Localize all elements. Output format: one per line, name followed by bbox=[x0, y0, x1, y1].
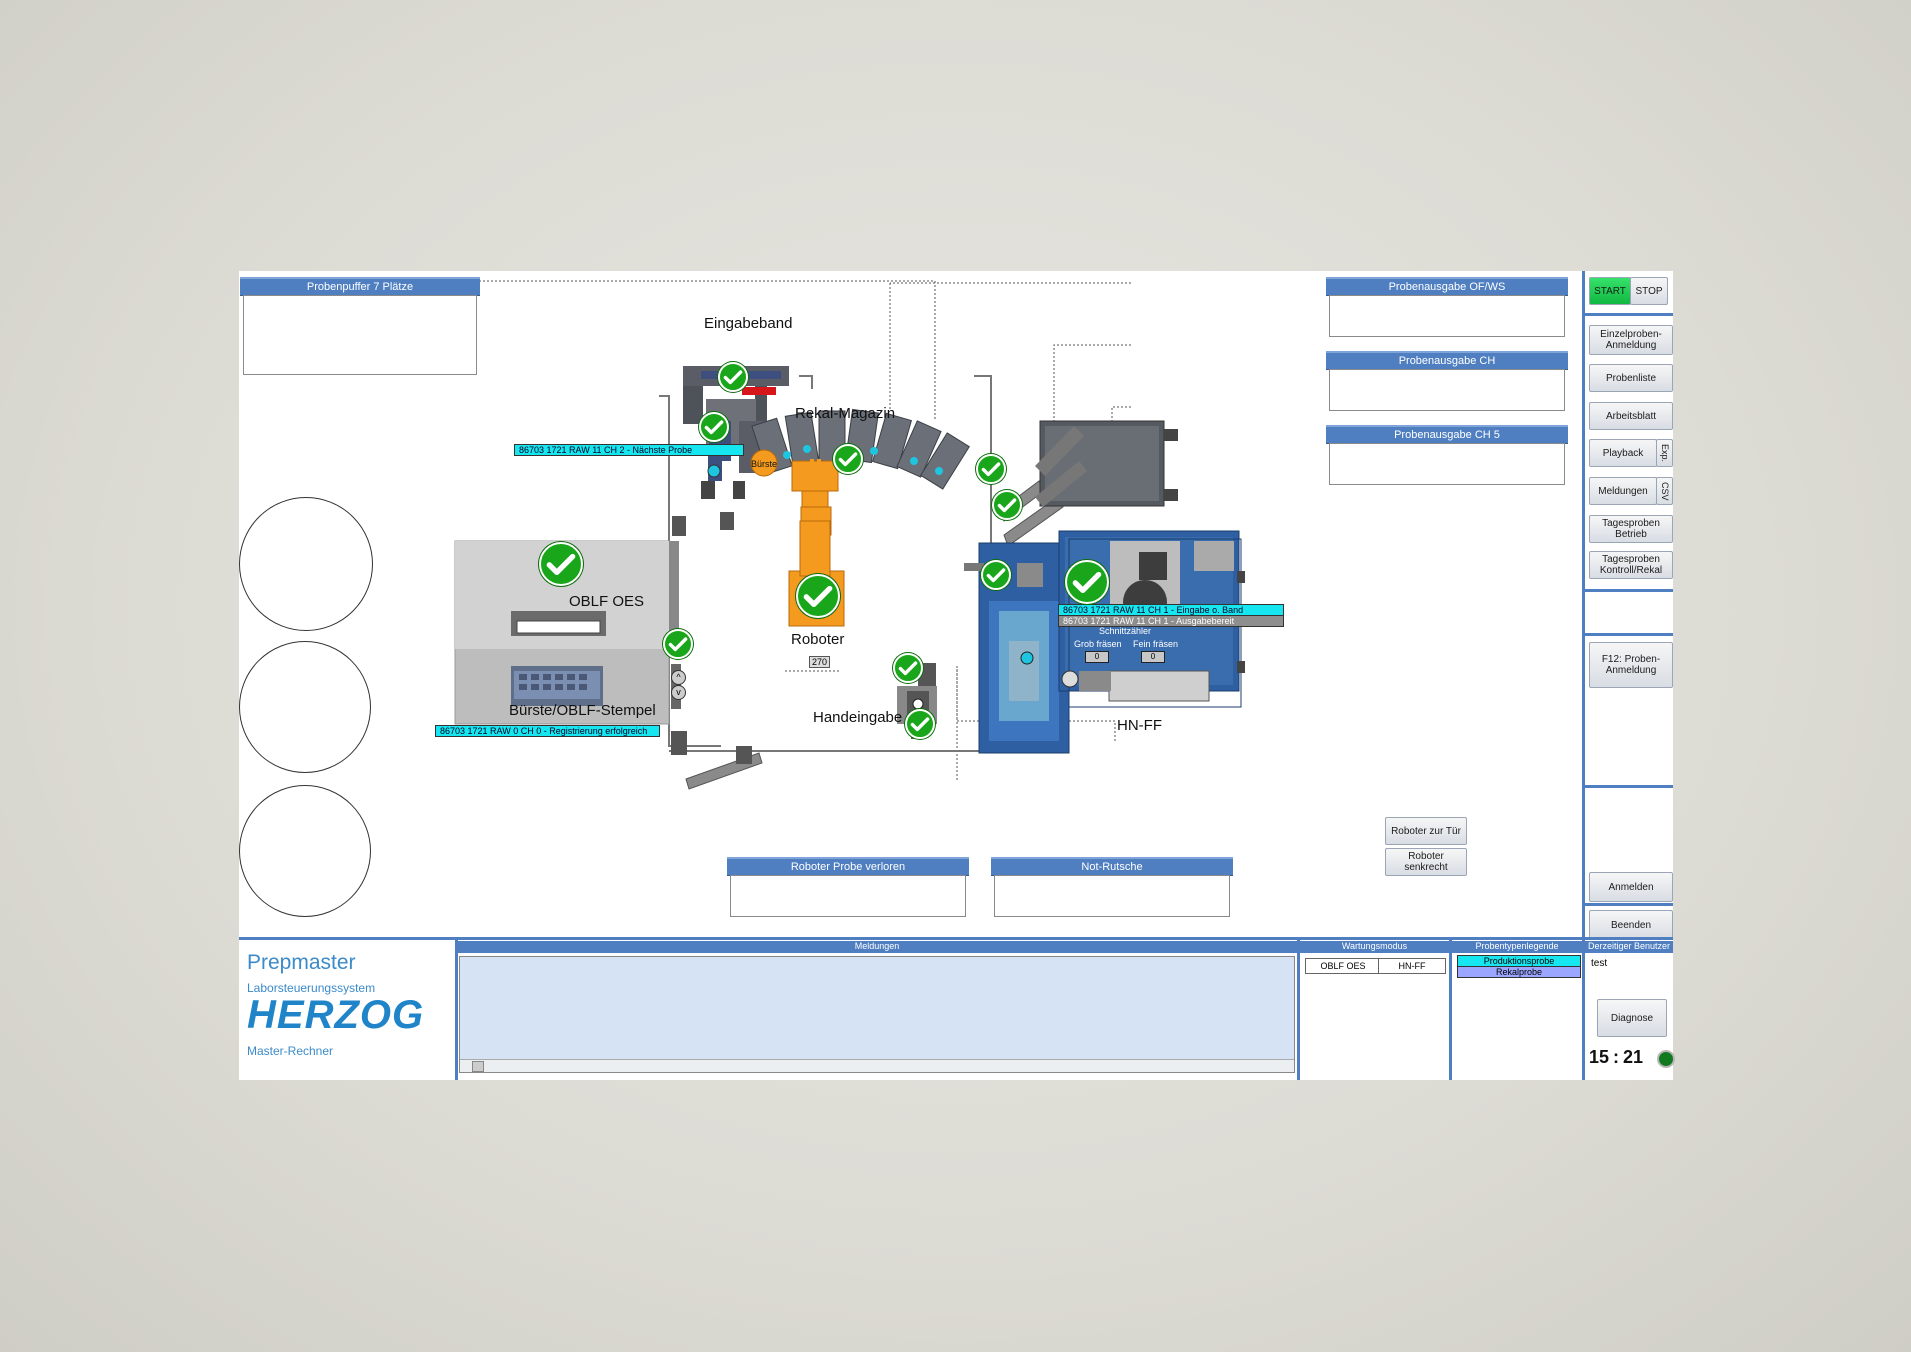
playback-export-button[interactable]: Exp. bbox=[1656, 439, 1673, 467]
roboter-probe-verloren-body bbox=[730, 875, 966, 917]
playback-button[interactable]: Playback bbox=[1589, 439, 1657, 467]
current-user: test bbox=[1591, 958, 1608, 969]
move-down-button[interactable]: v bbox=[671, 685, 686, 700]
roboter-zur-tuer-button[interactable]: Roboter zur Tür bbox=[1385, 817, 1467, 845]
rekal-magazin-label: Rekal-Magazin bbox=[795, 405, 896, 422]
footer-divider-2 bbox=[1297, 937, 1300, 1080]
probenausgabe-of-ws-title: Probenausgabe OF/WS bbox=[1326, 277, 1568, 296]
roboter-probe-verloren-title: Roboter Probe verloren bbox=[727, 857, 969, 876]
fein-fraesen-counter: 0 bbox=[1141, 651, 1165, 663]
herzog-logo: HERZOG bbox=[247, 993, 425, 1037]
sidebar-separator-1 bbox=[1585, 313, 1673, 316]
probenpuffer-body bbox=[243, 295, 477, 375]
sidebar-divider bbox=[1582, 271, 1585, 1080]
meldungen-list[interactable] bbox=[459, 956, 1295, 1073]
probenpuffer-panel: Probenpuffer 7 Plätze bbox=[240, 277, 480, 380]
tagesproben-betrieb-button[interactable]: Tagesproben Betrieb bbox=[1589, 515, 1673, 543]
legende-rekalprobe: Rekalprobe bbox=[1457, 966, 1581, 978]
grob-fraesen-counter: 0 bbox=[1085, 651, 1109, 663]
sidebar-separator-2 bbox=[1585, 589, 1673, 592]
probentypenlegende-title: Probentypenlegende bbox=[1452, 941, 1582, 953]
status-indicator-icon bbox=[1657, 1050, 1675, 1068]
handeingabe-label: Handeingabe bbox=[813, 709, 903, 726]
check-icon-bürste bbox=[663, 629, 693, 659]
meldungen-scrollbar[interactable] bbox=[460, 1059, 1294, 1072]
footer-divider-1 bbox=[455, 937, 458, 1080]
check-icon-eingabeband bbox=[718, 362, 748, 392]
probenpuffer-title: Probenpuffer 7 Plätze bbox=[240, 277, 480, 296]
arbeitsblatt-button[interactable]: Arbeitsblatt bbox=[1589, 402, 1673, 430]
meldungen-button[interactable]: Meldungen bbox=[1589, 477, 1657, 505]
clock-hours: 15 bbox=[1589, 1047, 1610, 1067]
clock-separator: : bbox=[1613, 1047, 1620, 1067]
not-rutsche-body bbox=[994, 875, 1230, 917]
buffer-position-2[interactable] bbox=[239, 641, 371, 773]
probenausgabe-ch-body bbox=[1329, 369, 1565, 411]
einzelproben-anmeldung-button[interactable]: Einzelproben-Anmeldung bbox=[1589, 325, 1673, 355]
clock-minutes: 21 bbox=[1623, 1047, 1644, 1067]
check-icon-rutsche-2 bbox=[992, 490, 1022, 520]
check-icon-hn-ff-eingang bbox=[981, 560, 1011, 590]
sidebar-separator-3 bbox=[1585, 633, 1673, 636]
check-icon-rutsche-1 bbox=[976, 454, 1006, 484]
hn-ff-label: HN-FF bbox=[1117, 717, 1162, 734]
computer-name: Master-Rechner bbox=[247, 1044, 334, 1058]
meldungen-title: Meldungen bbox=[457, 941, 1297, 953]
probenausgabe-ch-panel: Probenausgabe CH bbox=[1326, 351, 1568, 416]
schnittzaehler-label: Schnittzähler bbox=[1099, 626, 1152, 636]
clock: 15 : 21 bbox=[1589, 1047, 1643, 1068]
buerste-badge-text: Bürste bbox=[751, 459, 777, 469]
check-icon-hn-ff bbox=[1065, 560, 1109, 604]
stop-button[interactable]: STOP bbox=[1630, 277, 1668, 305]
app-window: Bürste Probenpuffer 7 Plätze Probenausga… bbox=[239, 271, 1675, 1080]
check-icon-handeingabe bbox=[893, 653, 923, 683]
buffer-position-3[interactable] bbox=[239, 785, 371, 917]
tagesproben-kontroll-button[interactable]: Tagesproben Kontroll/Rekal bbox=[1589, 551, 1673, 579]
wartung-hn-ff[interactable]: HN-FF bbox=[1378, 958, 1446, 974]
not-rutsche-panel: Not-Rutsche bbox=[991, 857, 1233, 922]
status-tag-naechste-probe: 86703 1721 RAW 11 CH 2 - Nächste Probe bbox=[514, 444, 744, 456]
probenausgabe-ch-title: Probenausgabe CH bbox=[1326, 351, 1568, 370]
eingabeband-label: Eingabeband bbox=[704, 315, 793, 332]
probenliste-button[interactable]: Probenliste bbox=[1589, 364, 1673, 392]
check-icon-oblf-oes bbox=[539, 542, 583, 586]
not-rutsche-title: Not-Rutsche bbox=[991, 857, 1233, 876]
beenden-button[interactable]: Beenden bbox=[1589, 910, 1673, 940]
check-icon-eingabe-lift bbox=[699, 412, 729, 442]
check-icon-handeingabe-2 bbox=[905, 709, 935, 739]
benutzer-title: Derzeitiger Benutzer bbox=[1585, 941, 1673, 953]
wartungsmodus-title: Wartungsmodus bbox=[1300, 941, 1449, 953]
oblf-oes-label: OBLF OES bbox=[569, 593, 645, 610]
roboter-senkrecht-button[interactable]: Roboter senkrecht bbox=[1385, 848, 1467, 876]
anmelden-button[interactable]: Anmelden bbox=[1589, 872, 1673, 902]
probenausgabe-ch5-title: Probenausgabe CH 5 bbox=[1326, 425, 1568, 444]
buffer-position-1[interactable] bbox=[239, 497, 373, 631]
f12-proben-anmeldung-button[interactable]: F12: Proben-Anmeldung bbox=[1589, 642, 1673, 688]
footer-divider-3 bbox=[1449, 937, 1452, 1080]
sidebar-separator-5 bbox=[1585, 903, 1673, 906]
move-up-button[interactable]: ^ bbox=[671, 670, 686, 685]
roboter-value: 270 bbox=[809, 656, 831, 668]
grob-fraesen-label: Grob fräsen bbox=[1074, 639, 1122, 649]
scroll-thumb[interactable] bbox=[472, 1061, 484, 1072]
roboter-probe-verloren-panel: Roboter Probe verloren bbox=[727, 857, 969, 922]
start-button[interactable]: START bbox=[1589, 277, 1631, 305]
wartung-oblf-oes[interactable]: OBLF OES bbox=[1305, 958, 1381, 974]
probenausgabe-ch5-body bbox=[1329, 443, 1565, 485]
buerste-stempel-label: Bürste/OBLF-Stempel bbox=[509, 702, 656, 719]
status-tag-registrierung: 86703 1721 RAW 0 CH 0 - Registrierung er… bbox=[435, 725, 660, 737]
check-icon-rekal-magazin bbox=[833, 444, 863, 474]
meldungen-csv-button[interactable]: CSV bbox=[1656, 477, 1673, 505]
sidebar-separator-4 bbox=[1585, 785, 1673, 788]
status-tag-ausgabebereit: 86703 1721 RAW 11 CH 1 - Ausgabebereit bbox=[1058, 615, 1284, 627]
app-name: Prepmaster bbox=[247, 951, 356, 974]
roboter-label: Roboter bbox=[791, 631, 845, 648]
check-icon-roboter bbox=[796, 574, 840, 618]
fein-fraesen-label: Fein fräsen bbox=[1133, 639, 1179, 649]
probenausgabe-of-ws-panel: Probenausgabe OF/WS bbox=[1326, 277, 1568, 342]
diagnose-button[interactable]: Diagnose bbox=[1597, 999, 1667, 1037]
probenausgabe-ch5-panel: Probenausgabe CH 5 bbox=[1326, 425, 1568, 490]
probenausgabe-of-ws-body bbox=[1329, 295, 1565, 337]
